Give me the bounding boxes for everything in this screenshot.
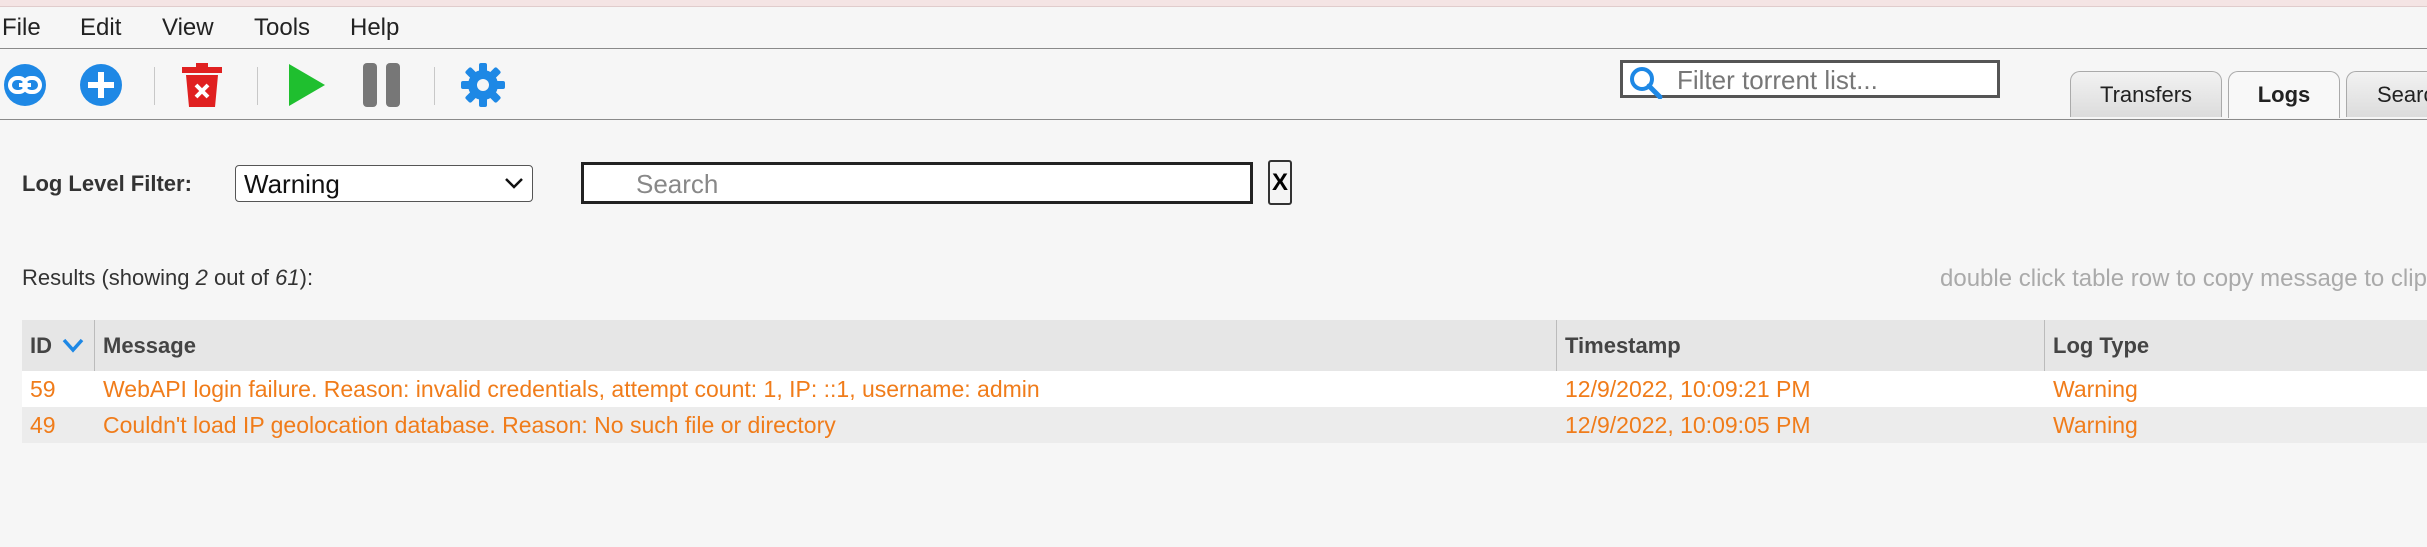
column-header-timestamp[interactable]: Timestamp — [1557, 320, 2044, 371]
log-table: ID Message Timestamp Log Type 59 WebAPI … — [22, 320, 2427, 443]
chevron-down-icon — [505, 178, 523, 189]
log-search-input[interactable] — [634, 167, 1238, 201]
cell-log-type: Warning — [2053, 412, 2138, 438]
menu-edit[interactable]: Edit — [80, 14, 121, 42]
link-icon — [4, 64, 46, 106]
window-top-border — [0, 0, 2427, 7]
delete-torrent-button[interactable] — [177, 61, 227, 109]
toolbar-separator — [154, 67, 155, 105]
copy-hint: double click table row to copy message t… — [1940, 265, 2427, 292]
add-icon — [80, 64, 122, 106]
menu-view[interactable]: View — [162, 14, 214, 42]
menu-bar: File Edit View Tools Help — [0, 7, 2427, 49]
pause-icon — [363, 63, 400, 107]
toolbar-separator — [434, 67, 435, 105]
results-mid: out of — [207, 265, 276, 290]
results-prefix: Results (showing — [22, 265, 196, 290]
cell-id: 59 — [30, 376, 56, 402]
options-button[interactable] — [458, 61, 508, 109]
cell-message: WebAPI login failure. Reason: invalid cr… — [103, 376, 1040, 402]
search-icon — [1630, 67, 1663, 99]
cell-timestamp: 12/9/2022, 10:09:05 PM — [1565, 412, 1811, 438]
tab-search[interactable]: Search — [2346, 71, 2427, 117]
menu-tools[interactable]: Tools — [254, 14, 310, 42]
menu-help[interactable]: Help — [350, 14, 399, 42]
toolbar: Transfers Logs Search — [0, 49, 2427, 120]
play-icon — [289, 64, 325, 106]
results-total-count: 61 — [275, 265, 300, 290]
table-row[interactable]: 49 Couldn't load IP geolocation database… — [22, 407, 2427, 443]
toolbar-separator — [257, 67, 258, 105]
results-suffix: ): — [299, 265, 314, 290]
column-header-message[interactable]: Message — [95, 320, 1555, 371]
column-header-log-type[interactable]: Log Type — [2045, 320, 2425, 371]
pause-button[interactable] — [357, 61, 407, 109]
table-row[interactable]: 59 WebAPI login failure. Reason: invalid… — [22, 371, 2427, 407]
log-level-select[interactable]: Warning — [235, 165, 533, 202]
settings-icon — [461, 63, 505, 107]
results-summary: Results (showing 2 out of 61): — [22, 265, 313, 291]
torrent-filter-field[interactable] — [1620, 60, 2000, 99]
cell-id: 49 — [30, 412, 56, 438]
add-torrent-button[interactable] — [76, 61, 126, 109]
torrent-filter-input[interactable] — [1675, 63, 1999, 97]
tab-transfers[interactable]: Transfers — [2070, 71, 2222, 117]
cell-timestamp: 12/9/2022, 10:09:21 PM — [1565, 376, 1811, 402]
log-level-label: Log Level Filter: — [22, 171, 192, 196]
chevron-down-icon — [62, 338, 84, 353]
delete-icon — [182, 63, 222, 107]
add-torrent-link-button[interactable] — [0, 61, 50, 109]
menu-file[interactable]: File — [2, 14, 41, 42]
clear-search-button[interactable]: X — [1268, 160, 1292, 205]
column-header-id[interactable]: ID — [22, 320, 94, 371]
cell-log-type: Warning — [2053, 376, 2138, 402]
log-search-field[interactable] — [581, 162, 1253, 204]
log-level-value: Warning — [244, 169, 340, 199]
results-shown-count: 2 — [195, 265, 208, 290]
tab-logs[interactable]: Logs — [2228, 71, 2340, 118]
resume-button[interactable] — [280, 61, 330, 109]
cell-message: Couldn't load IP geolocation database. R… — [103, 412, 836, 438]
table-header: ID Message Timestamp Log Type — [22, 320, 2427, 371]
column-header-id-label: ID — [30, 333, 52, 358]
